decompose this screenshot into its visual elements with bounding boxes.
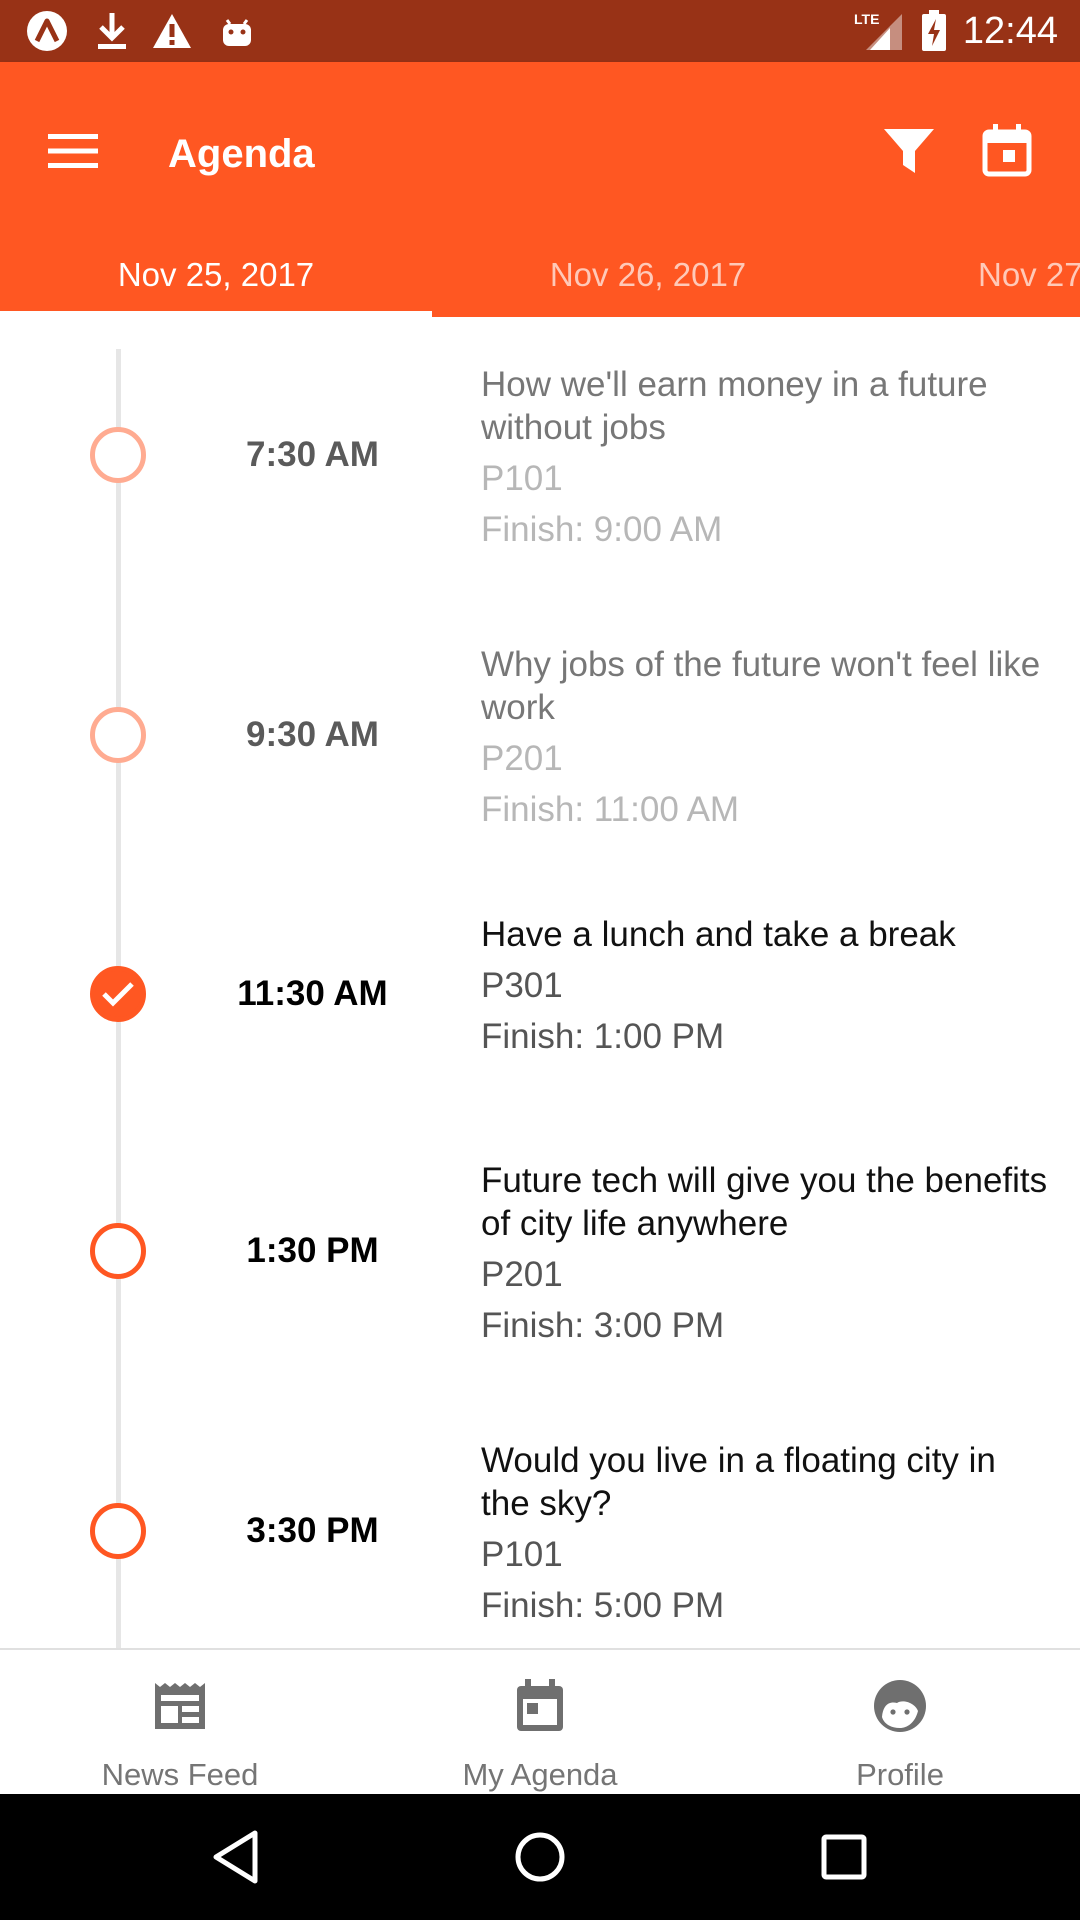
nav-profile[interactable]: Profile [720, 1650, 1080, 1796]
session-time: 1:30 PM [246, 1231, 379, 1270]
agenda-item[interactable]: 11:30 AM Have a lunch and take a break P… [0, 877, 1080, 1115]
timeline-dot[interactable] [90, 427, 146, 483]
session-info: Would you live in a floating city in the… [481, 1439, 1051, 1627]
filter-icon[interactable] [868, 110, 950, 192]
session-room: P101 [481, 459, 563, 498]
profile-icon [870, 1676, 930, 1736]
warning-icon [150, 10, 194, 52]
session-finish: Finish: 5:00 PM [481, 1586, 725, 1625]
app-bar: Agenda Nov 25, 2017 Nov 26, 2017 Nov 27 [0, 62, 1080, 317]
session-title: How we'll earn money in a future without… [481, 365, 988, 447]
lte-signal-icon: LTE [852, 10, 904, 52]
agenda-item[interactable]: 7:30 AM How we'll earn money in a future… [0, 317, 1080, 597]
nav-news-feed[interactable]: News Feed [0, 1650, 360, 1796]
timeline-dot[interactable] [90, 707, 146, 763]
agenda-list[interactable]: 7:30 AM How we'll earn money in a future… [0, 317, 1080, 1648]
session-finish: Finish: 9:00 AM [481, 510, 723, 549]
status-bar: LTE 12:44 [0, 0, 1080, 62]
hamburger-menu-icon[interactable] [32, 110, 114, 192]
session-time: 11:30 AM [237, 974, 388, 1013]
session-title: Have a lunch and take a break [481, 915, 956, 954]
agenda-item[interactable]: 1:30 PM Future tech will give you the be… [0, 1115, 1080, 1395]
status-time: 12:44 [962, 10, 1058, 52]
recents-icon[interactable] [802, 1815, 886, 1899]
calendar-icon [510, 1676, 570, 1736]
system-navigation-bar [0, 1794, 1080, 1920]
session-info: Have a lunch and take a break P301 Finis… [481, 913, 1051, 1058]
nav-label: Profile [856, 1757, 944, 1792]
tab-nov-27[interactable]: Nov 27 [864, 232, 1080, 317]
bottom-navigation: News Feed My Agenda Profile [0, 1648, 1080, 1794]
session-time: 7:30 AM [246, 435, 379, 474]
session-title: Would you live in a floating city in the… [481, 1441, 996, 1523]
session-finish: Finish: 11:00 AM [481, 790, 740, 829]
download-icon [92, 10, 132, 52]
session-room: P101 [481, 1535, 563, 1574]
session-room: P201 [481, 739, 563, 778]
app-notification-icon [24, 10, 70, 52]
agenda-item[interactable]: 9:30 AM Why jobs of the future won't fee… [0, 597, 1080, 877]
tab-nov-26[interactable]: Nov 26, 2017 [432, 232, 864, 317]
svg-text:LTE: LTE [854, 11, 879, 27]
session-info: Why jobs of the future won't feel like w… [481, 643, 1051, 831]
session-title: Why jobs of the future won't feel like w… [481, 645, 1041, 727]
timeline-dot[interactable] [90, 1223, 146, 1279]
home-icon[interactable] [498, 1815, 582, 1899]
timeline-dot[interactable] [90, 1503, 146, 1559]
session-info: How we'll earn money in a future without… [481, 363, 1051, 551]
news-feed-icon [150, 1676, 210, 1736]
page-title: Agenda [168, 132, 315, 176]
session-time: 3:30 PM [246, 1511, 379, 1550]
back-icon[interactable] [194, 1815, 278, 1899]
nav-label: News Feed [101, 1757, 259, 1792]
check-circle-icon[interactable] [90, 966, 146, 1022]
nav-label: My Agenda [462, 1757, 618, 1792]
calendar-icon[interactable] [966, 110, 1048, 192]
session-finish: Finish: 3:00 PM [481, 1306, 725, 1345]
battery-charging-icon [920, 10, 948, 52]
session-room: P201 [481, 1255, 563, 1294]
date-tabs: Nov 25, 2017 Nov 26, 2017 Nov 27 [0, 232, 1080, 317]
session-finish: Finish: 1:00 PM [481, 1017, 725, 1056]
session-info: Future tech will give you the benefits o… [481, 1159, 1051, 1347]
session-room: P301 [481, 966, 563, 1005]
tab-nov-25[interactable]: Nov 25, 2017 [0, 232, 432, 317]
android-icon [220, 10, 254, 52]
nav-my-agenda[interactable]: My Agenda [360, 1650, 720, 1796]
session-title: Future tech will give you the benefits o… [481, 1161, 1048, 1243]
session-time: 9:30 AM [246, 715, 379, 754]
agenda-item[interactable]: 3:30 PM Would you live in a floating cit… [0, 1395, 1080, 1648]
